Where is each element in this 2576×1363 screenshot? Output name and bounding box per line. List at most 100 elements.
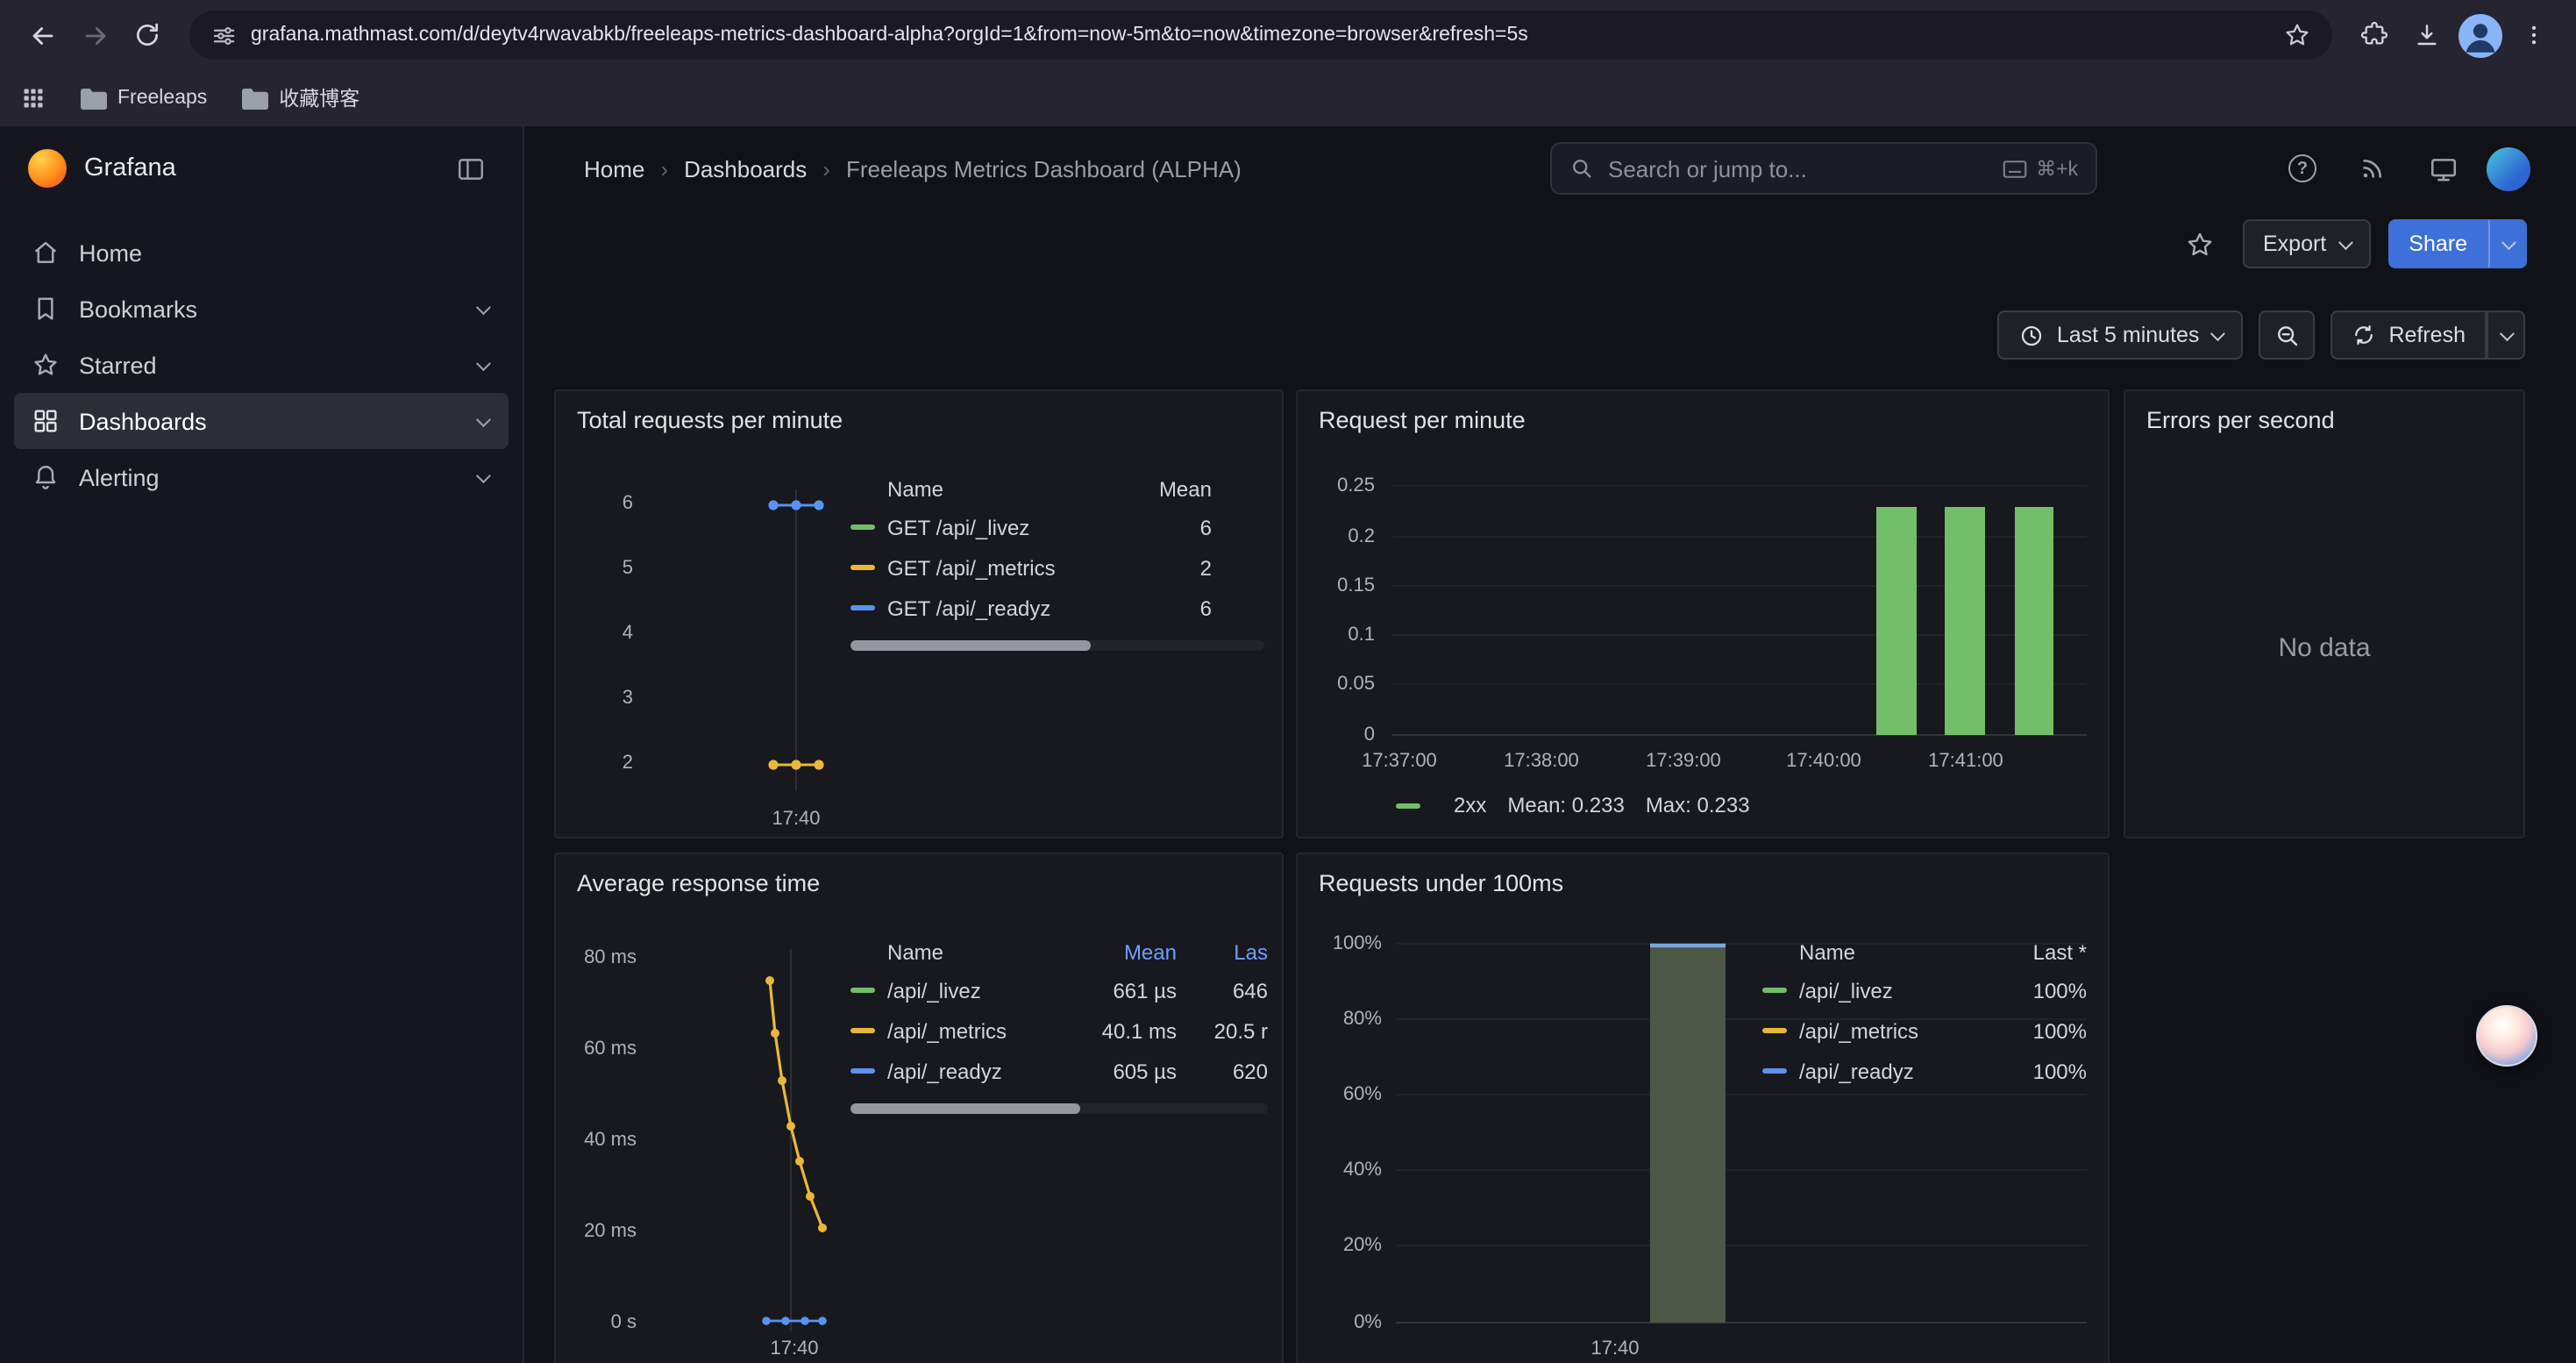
series-mean: 605 µs	[1068, 1059, 1177, 1083]
series-name: GET /api/_livez	[887, 515, 1114, 539]
panel-title[interactable]: Total requests per minute	[556, 391, 1282, 433]
panel-legend[interactable]: 2xx Mean: 0.233 Max: 0.233	[1396, 793, 1750, 817]
export-button[interactable]: Export	[2242, 219, 2370, 268]
legend-col-mean[interactable]: Mean	[1114, 477, 1212, 502]
grafana-logo[interactable]	[28, 149, 67, 188]
zoom-out-icon[interactable]	[2259, 310, 2315, 360]
breadcrumb-home[interactable]: Home	[584, 155, 644, 182]
favorite-star-icon[interactable]	[2175, 219, 2224, 268]
url-text[interactable]: grafana.mathmast.com/d/deytv4rwavabkb/fr…	[251, 25, 2269, 46]
legend-row[interactable]: /api/_metrics 100%	[1762, 1010, 2087, 1051]
panel-title[interactable]: Request per minute	[1298, 391, 2108, 433]
search-placeholder: Search or jump to...	[1608, 155, 1989, 182]
legend-row[interactable]: /api/_livez 661 µs 646	[850, 970, 1268, 1010]
chevron-down-icon[interactable]	[477, 303, 491, 314]
news-rss-icon[interactable]	[2346, 142, 2399, 195]
dock-sidebar-icon[interactable]	[445, 144, 495, 193]
panel-average-response-time[interactable]: Average response time 80 ms 60 ms 40 ms …	[554, 853, 1284, 1363]
panel-errors-per-second[interactable]: Errors per second No data	[2124, 389, 2525, 838]
chevron-down-icon	[2500, 326, 2515, 341]
legend-row[interactable]: GET /api/_readyz 6	[850, 588, 1264, 628]
scrollbar-thumb[interactable]	[850, 1103, 1080, 1114]
chevron-down-icon[interactable]	[477, 416, 491, 426]
reload-icon[interactable]	[123, 11, 172, 60]
panel-requests-under-100ms[interactable]: Requests under 100ms 100% 80% 60% 40% 20…	[1296, 853, 2110, 1363]
sidebar-item-starred[interactable]: Starred	[14, 337, 509, 393]
bar-chart	[1298, 854, 2110, 1363]
y-tick: 0.05	[1315, 672, 1375, 696]
bookmark-star-icon[interactable]	[2283, 21, 2311, 49]
legend-col-last[interactable]: Las	[1177, 940, 1268, 965]
back-icon[interactable]	[18, 11, 67, 60]
legend-col-name[interactable]: Name	[850, 477, 1114, 502]
sidebar-item-alerting[interactable]: Alerting	[14, 449, 509, 505]
panel-title[interactable]: Errors per second	[2125, 391, 2523, 433]
series-name: /api/_metrics	[1799, 1018, 1996, 1043]
x-tick: 17:39:00	[1634, 749, 1733, 774]
panel-title[interactable]: Average response time	[556, 854, 1282, 896]
site-info-icon[interactable]	[210, 22, 237, 48]
legend-row[interactable]: /api/_livez 100%	[1762, 970, 2087, 1010]
series-last: 100%	[1996, 1059, 2087, 1083]
legend-row[interactable]: /api/_metrics 40.1 ms 20.5 r	[850, 1010, 1268, 1051]
breadcrumb-dashboards[interactable]: Dashboards	[684, 155, 807, 182]
series-color-marker	[850, 1068, 875, 1074]
panel-title[interactable]: Requests under 100ms	[1298, 854, 2108, 896]
y-tick: 5	[587, 556, 633, 581]
help-icon[interactable]: ?	[2276, 142, 2329, 195]
browser-menu-icon[interactable]	[2509, 11, 2558, 60]
browser-profile-avatar[interactable]	[2459, 13, 2502, 57]
y-tick: 20%	[1308, 1233, 1382, 1258]
y-tick: 0	[1315, 723, 1375, 747]
downloads-icon[interactable]	[2402, 11, 2451, 60]
sidebar-item-home[interactable]: Home	[14, 225, 509, 281]
legend-row[interactable]: GET /api/_metrics 2	[850, 547, 1264, 588]
forward-icon[interactable]	[70, 11, 119, 60]
series-mean: 661 µs	[1068, 978, 1177, 1003]
share-menu-button[interactable]	[2488, 219, 2527, 268]
address-bar[interactable]: grafana.mathmast.com/d/deytv4rwavabkb/fr…	[189, 11, 2332, 60]
user-avatar[interactable]	[2487, 146, 2530, 190]
refresh-button[interactable]: Refresh	[2330, 310, 2487, 360]
series-color-marker	[1762, 1028, 1787, 1033]
bookmark-folder-freeleaps[interactable]: Freeleaps	[81, 87, 207, 110]
panel-request-per-minute[interactable]: Request per minute 0.25 0.2 0.15 0.1 0.0…	[1296, 389, 2110, 838]
legend-row[interactable]: /api/_readyz 605 µs 620	[850, 1051, 1268, 1091]
apps-grid-icon[interactable]	[21, 86, 46, 111]
chevron-down-icon[interactable]	[477, 360, 491, 370]
series-color-marker	[850, 1028, 875, 1033]
series-color-marker	[850, 988, 875, 993]
chevron-down-icon[interactable]	[477, 472, 491, 482]
sidebar-item-dashboards[interactable]: Dashboards	[14, 393, 509, 449]
breadcrumb: Home › Dashboards › Freeleaps Metrics Da…	[584, 155, 1242, 182]
legend-col-name[interactable]: Name	[850, 940, 1068, 965]
refresh-interval-button[interactable]	[2487, 310, 2525, 360]
legend-row[interactable]: GET /api/_livez 6	[850, 507, 1264, 547]
legend-row[interactable]: /api/_readyz 100%	[1762, 1051, 2087, 1091]
legend-scrollbar[interactable]	[850, 640, 1264, 651]
breadcrumb-separator: ›	[660, 155, 668, 182]
series-name: /api/_livez	[887, 978, 1068, 1003]
panel-total-requests-per-minute[interactable]: Total requests per minute 6 5 4 3 2 17:4…	[554, 389, 1284, 838]
legend-col-name[interactable]: Name	[1762, 940, 1996, 965]
x-tick: 17:38:00	[1492, 749, 1590, 774]
sidebar-item-bookmarks[interactable]: Bookmarks	[14, 281, 509, 337]
y-tick: 80%	[1308, 1007, 1382, 1031]
scrollbar-thumb[interactable]	[850, 640, 1091, 651]
display-monitor-icon[interactable]	[2416, 142, 2469, 195]
legend-col-last[interactable]: Last *	[1996, 940, 2087, 965]
bookmark-label: 收藏博客	[279, 84, 359, 112]
search-input[interactable]: Search or jump to... ⌘+k	[1550, 142, 2097, 195]
share-button[interactable]: Share	[2387, 219, 2488, 268]
legend-scrollbar[interactable]	[850, 1103, 1268, 1114]
legend-col-mean[interactable]: Mean	[1068, 940, 1177, 965]
series-mean: 2	[1114, 555, 1212, 580]
dashboards-icon	[32, 407, 60, 435]
extensions-icon[interactable]	[2350, 11, 2399, 60]
bookmark-folder-blogs[interactable]: 收藏博客	[242, 84, 359, 112]
time-range-picker[interactable]: Last 5 minutes	[1997, 310, 2244, 360]
dashboard-grid: Total requests per minute 6 5 4 3 2 17:4…	[524, 375, 2576, 1363]
y-tick: 40%	[1308, 1158, 1382, 1182]
assistant-avatar[interactable]	[2476, 1005, 2537, 1067]
series-name: 2xx	[1454, 793, 1486, 817]
